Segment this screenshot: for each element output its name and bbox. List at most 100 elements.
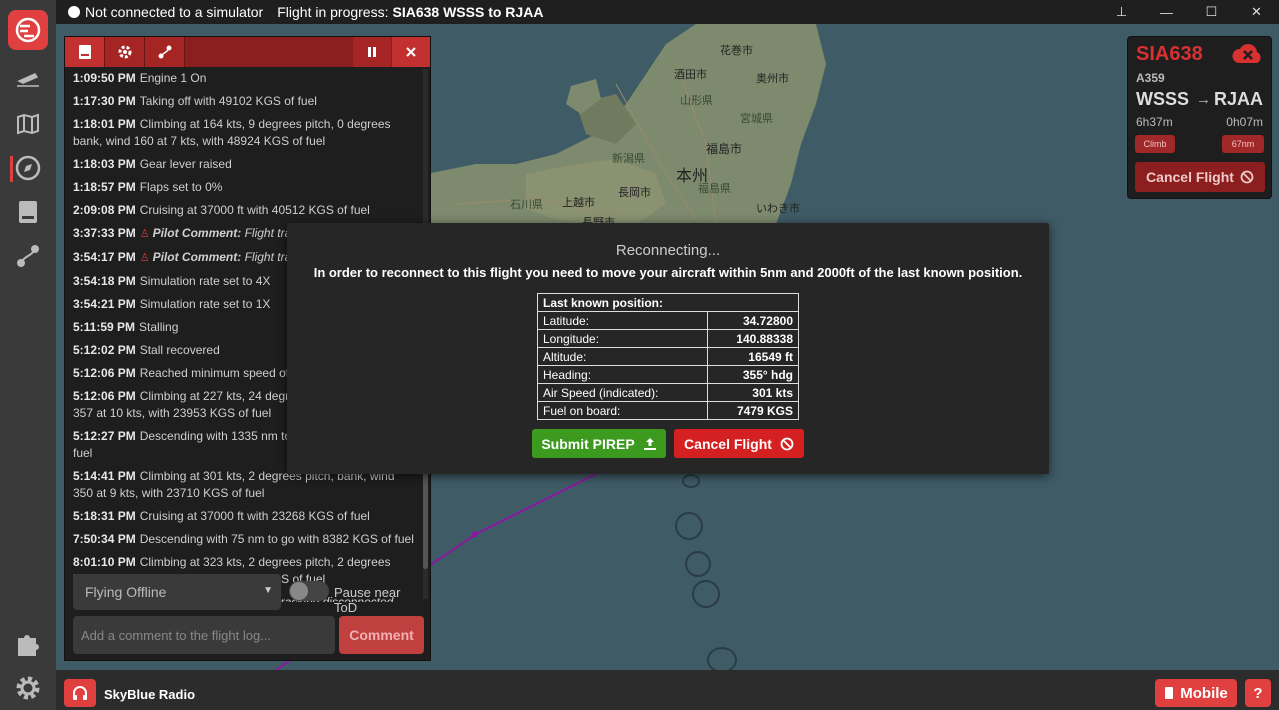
log-time: 3:37:33 PM bbox=[73, 226, 136, 240]
gear-icon[interactable] bbox=[14, 674, 42, 702]
table-row: Latitude: 34.72800 bbox=[537, 311, 800, 330]
log-time: 5:14:41 PM bbox=[73, 469, 136, 483]
chevron-down-icon: ▼ bbox=[263, 585, 273, 596]
pause-button[interactable] bbox=[353, 37, 391, 67]
log-time: 1:18:01 PM bbox=[73, 117, 136, 131]
close-panel-button[interactable] bbox=[392, 37, 430, 67]
settings-cog-icon[interactable] bbox=[105, 37, 145, 67]
table-row: Air Speed (indicated): 301 kts bbox=[537, 383, 800, 402]
callsign: SIA638 bbox=[1136, 43, 1203, 65]
map-icon[interactable] bbox=[14, 110, 42, 138]
log-time: 3:54:18 PM bbox=[73, 274, 136, 288]
submit-pirep-label: Submit PIREP bbox=[541, 435, 635, 452]
log-time: 5:12:06 PM bbox=[73, 389, 136, 403]
map-label: 奥州市 bbox=[756, 73, 789, 85]
route-icon[interactable] bbox=[14, 242, 42, 270]
log-time: 5:12:06 PM bbox=[73, 366, 136, 380]
log-text: Taking off with 49102 KGS of fuel bbox=[139, 94, 317, 108]
log-entry: 1:18:03 PM Gear lever raised bbox=[65, 153, 423, 176]
table-row: Heading: 355° hdg bbox=[537, 365, 800, 384]
logbook-icon[interactable] bbox=[14, 198, 42, 226]
flight-progress-desc: SIA638 WSSS to RJAA bbox=[392, 4, 544, 20]
map-label: 福島市 bbox=[706, 142, 743, 156]
map-label: 福島県 bbox=[698, 183, 731, 195]
mobile-button[interactable]: Mobile bbox=[1155, 679, 1237, 707]
flight-mode-select[interactable]: Flying Offline ▼ bbox=[73, 574, 281, 610]
log-text: Gear lever raised bbox=[139, 157, 232, 171]
map-label: 酒田市 bbox=[674, 69, 707, 81]
log-text: Engine 1 On bbox=[139, 71, 207, 85]
row-value: 16549 ft bbox=[706, 347, 800, 366]
log-entry: 1:18:01 PM Climbing at 164 kts, 9 degrees… bbox=[65, 113, 423, 153]
map-label: 長岡市 bbox=[618, 187, 651, 199]
log-time: 1:17:30 PM bbox=[73, 94, 136, 108]
sim-status-icon bbox=[68, 6, 80, 18]
ban-icon bbox=[780, 437, 794, 450]
submit-pirep-button[interactable]: Submit PIREP bbox=[532, 429, 666, 458]
map-label: 石川県 bbox=[510, 199, 543, 211]
log-time: 5:11:59 PM bbox=[73, 320, 136, 334]
arrival-airport: RJAA bbox=[1213, 89, 1263, 109]
upload-icon bbox=[643, 437, 656, 450]
log-time: 8:01:10 PM bbox=[73, 555, 136, 569]
remaining-time: 0h07m bbox=[1226, 115, 1263, 129]
log-toolbar bbox=[65, 37, 430, 67]
radio-label: SkyBlue Radio bbox=[104, 687, 196, 702]
comment-button[interactable]: Comment bbox=[339, 616, 424, 654]
row-value: 7479 KGS bbox=[706, 401, 800, 420]
compass-icon[interactable] bbox=[14, 154, 42, 182]
pause-tod-label: Pause near ToD bbox=[334, 585, 401, 615]
app-logo-icon[interactable] bbox=[8, 10, 48, 50]
maximize-button[interactable]: ☐ bbox=[1189, 0, 1234, 24]
log-book-icon[interactable] bbox=[65, 37, 105, 67]
pin-icon[interactable]: ⊥ bbox=[1099, 0, 1144, 24]
row-label: Fuel on board: bbox=[537, 401, 708, 420]
headphones-icon[interactable] bbox=[64, 679, 96, 707]
card-cancel-flight-button[interactable]: Cancel Flight bbox=[1135, 162, 1265, 192]
mobile-label: Mobile bbox=[1180, 684, 1228, 702]
map-label: 上越市 bbox=[562, 197, 595, 209]
log-entry: 1:18:57 PM Flaps set to 0% bbox=[65, 176, 423, 199]
distance-badge: 67nm bbox=[1222, 135, 1264, 153]
log-text: Flaps set to 0% bbox=[139, 180, 223, 194]
row-value: 34.72800 bbox=[706, 311, 800, 330]
departure-airport: WSSS bbox=[1136, 89, 1190, 109]
row-label: Altitude: bbox=[537, 347, 708, 366]
log-entry: 5:18:31 PM Cruising at 37000 ft with 2326… bbox=[65, 505, 423, 528]
table-row: Fuel on board: 7479 KGS bbox=[537, 401, 800, 420]
pause-tod-toggle[interactable] bbox=[289, 581, 329, 601]
log-text: Stall recovered bbox=[139, 343, 220, 357]
log-controls: Flying Offline ▼ Pause near ToD bbox=[73, 574, 425, 615]
log-entry: 7:50:34 PM Descending with 75 nm to go wi… bbox=[65, 528, 423, 551]
log-time: 5:12:27 PM bbox=[73, 429, 136, 443]
toggle-knob bbox=[290, 582, 308, 600]
table-row: Longitude: 140.88338 bbox=[537, 329, 800, 348]
card-cancel-label: Cancel Flight bbox=[1146, 169, 1234, 185]
log-text: Reached minimum speed of bbox=[139, 366, 290, 380]
elapsed-time: 6h37m bbox=[1136, 115, 1173, 129]
log-entry: 2:09:08 PM Cruising at 37000 ft with 4051… bbox=[65, 199, 423, 222]
log-time: 1:18:03 PM bbox=[73, 157, 136, 171]
left-sidebar bbox=[0, 0, 56, 710]
row-value: 301 kts bbox=[706, 383, 800, 402]
minimize-button[interactable]: — bbox=[1144, 0, 1189, 24]
route-icon[interactable] bbox=[145, 37, 185, 67]
modal-cancel-flight-button[interactable]: Cancel Flight bbox=[674, 429, 804, 458]
comment-input[interactable]: Add a comment to the flight log... bbox=[73, 616, 335, 654]
flight-mode-value: Flying Offline bbox=[85, 584, 167, 600]
log-time: 5:18:31 PM bbox=[73, 509, 136, 523]
puzzle-icon[interactable] bbox=[14, 630, 42, 658]
pilot-icon: ♙ bbox=[139, 228, 150, 240]
log-text: Stalling bbox=[139, 320, 179, 334]
log-time: 2:09:08 PM bbox=[73, 203, 136, 217]
row-label: Heading: bbox=[537, 365, 708, 384]
log-entry: 1:09:50 PM Engine 1 On bbox=[65, 67, 423, 90]
row-value: 140.88338 bbox=[706, 329, 800, 348]
departures-icon[interactable] bbox=[14, 66, 42, 94]
map-label: 花巻市 bbox=[720, 45, 753, 57]
help-button[interactable]: ? bbox=[1245, 679, 1271, 707]
modal-title: Reconnecting... bbox=[615, 242, 721, 259]
log-entry: 1:17:30 PM Taking off with 49102 KGS of f… bbox=[65, 90, 423, 113]
log-text: Cruising at 37000 ft with 23268 KGS of f… bbox=[139, 509, 370, 523]
close-window-button[interactable]: ✕ bbox=[1234, 0, 1279, 24]
